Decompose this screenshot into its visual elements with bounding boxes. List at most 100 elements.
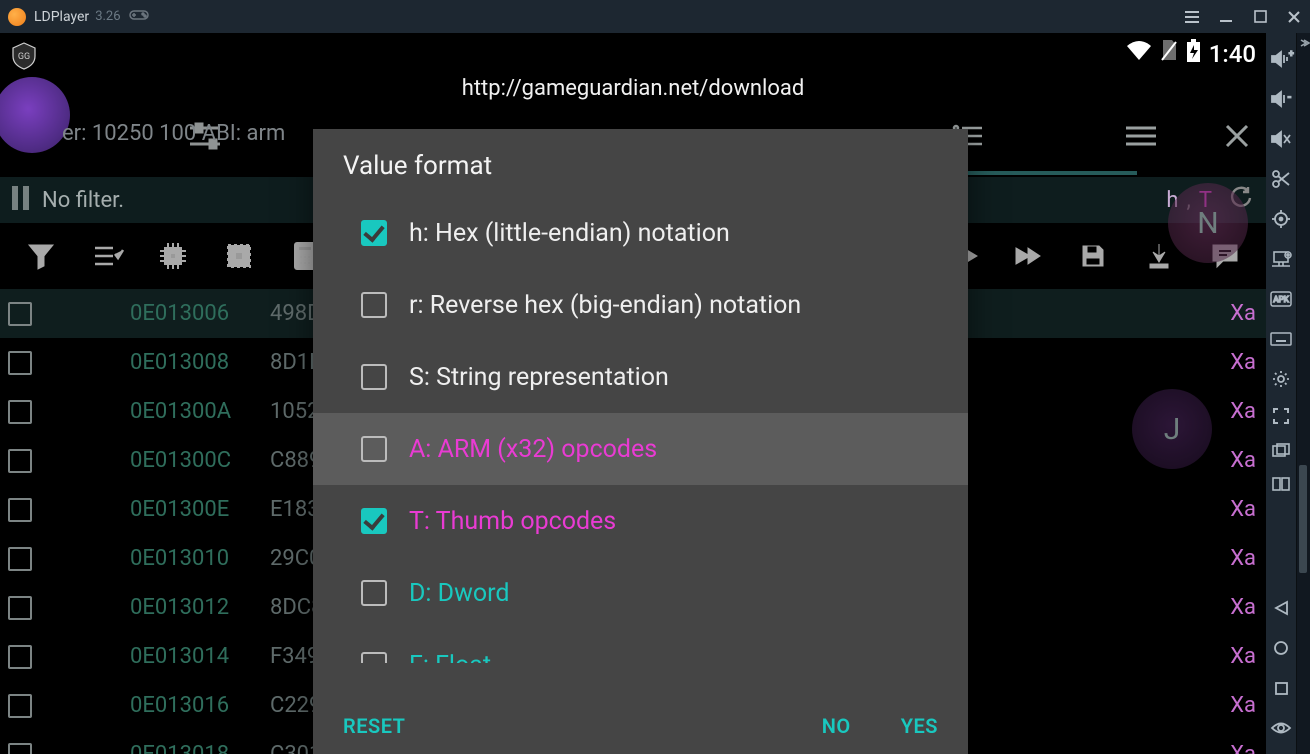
option-checkbox[interactable] xyxy=(361,580,387,606)
cpu-icon[interactable] xyxy=(140,223,206,289)
gameguardian-icon[interactable]: GG xyxy=(10,42,38,70)
row-region: Xa xyxy=(1230,595,1256,620)
option-checkbox[interactable] xyxy=(361,364,387,390)
minimize-button[interactable] xyxy=(1216,0,1236,33)
option-label: S: String representation xyxy=(409,363,669,392)
eye-icon[interactable] xyxy=(1266,708,1296,748)
select-region-icon[interactable] xyxy=(206,223,272,289)
menu-button[interactable] xyxy=(1182,0,1202,33)
row-region: Xa xyxy=(1230,497,1256,522)
floating-badge-j[interactable]: J xyxy=(1132,389,1212,469)
next-arrow-icon[interactable] xyxy=(994,223,1060,289)
emulator-screen: 1:40 GG http://gameguardian.net/download… xyxy=(0,33,1266,754)
row-checkbox[interactable] xyxy=(8,449,32,473)
maximize-button[interactable] xyxy=(1250,0,1270,33)
reset-button[interactable]: RESET xyxy=(343,714,405,738)
row-checkbox[interactable] xyxy=(8,351,32,375)
option-checkbox[interactable] xyxy=(361,436,387,462)
home-circle-icon[interactable] xyxy=(1266,628,1296,668)
row-checkbox[interactable] xyxy=(8,694,32,718)
location-icon[interactable] xyxy=(1266,199,1296,239)
toolbar-collapse-strip[interactable] xyxy=(1296,33,1310,754)
volume-up-icon[interactable]: + xyxy=(1266,39,1296,79)
status-clock: 1:40 xyxy=(1209,40,1256,68)
format-option[interactable]: A: ARM (x32) opcodes xyxy=(313,413,968,485)
multiplayer-icon[interactable] xyxy=(1266,467,1296,501)
wifi-icon xyxy=(1126,40,1152,68)
row-checkbox[interactable] xyxy=(8,400,32,424)
pause-icon[interactable] xyxy=(10,185,32,215)
gamepad-icon xyxy=(129,8,149,26)
window-title-bar: LDPlayer 3.26 xyxy=(0,0,1310,33)
keyboard-mapping-icon[interactable] xyxy=(1266,319,1296,359)
floating-badge-n[interactable]: N xyxy=(1168,183,1248,263)
row-value: F349 xyxy=(270,644,319,669)
header-actions xyxy=(950,119,1254,153)
filter-funnel-icon[interactable] xyxy=(8,223,74,289)
row-checkbox[interactable] xyxy=(8,498,32,522)
row-checkbox[interactable] xyxy=(8,302,32,326)
option-label: h: Hex (little-endian) notation xyxy=(409,219,730,248)
back-triangle-icon[interactable] xyxy=(1266,588,1296,628)
filter-text[interactable]: No filter. xyxy=(42,188,124,213)
format-option[interactable]: T: Thumb opcodes xyxy=(313,485,968,557)
close-panel-icon[interactable] xyxy=(1220,119,1254,153)
format-option[interactable]: D: Dword xyxy=(313,557,968,629)
active-tab-indicator xyxy=(967,171,1137,175)
ldplayer-logo-icon xyxy=(8,8,26,26)
format-option[interactable]: S: String representation xyxy=(313,341,968,413)
row-address: 0E013014 xyxy=(130,644,270,669)
row-region: Xa xyxy=(1230,644,1256,669)
format-option[interactable]: r: Reverse hex (big-endian) notation xyxy=(313,269,968,341)
value-format-dialog: Value format h: Hex (little-endian) nota… xyxy=(313,129,968,754)
no-button[interactable]: NO xyxy=(822,714,851,738)
mute-icon[interactable] xyxy=(1266,119,1296,159)
option-checkbox[interactable] xyxy=(361,508,387,534)
row-region: Xa xyxy=(1230,448,1256,473)
option-label: A: ARM (x32) opcodes xyxy=(409,435,657,464)
process-info: er: 10250 100 ABI: arm xyxy=(62,121,285,146)
row-checkbox[interactable] xyxy=(8,645,32,669)
svg-text:APK: APK xyxy=(1273,295,1289,304)
option-checkbox[interactable] xyxy=(361,652,387,663)
recents-square-icon[interactable] xyxy=(1266,668,1296,708)
row-address: 0E013016 xyxy=(130,693,270,718)
row-checkbox[interactable] xyxy=(8,596,32,620)
option-checkbox[interactable] xyxy=(361,292,387,318)
format-option[interactable]: F: Float xyxy=(313,629,968,663)
apk-install-icon[interactable]: APK xyxy=(1266,279,1296,319)
fullscreen-icon[interactable] xyxy=(1266,399,1296,433)
row-address: 0E013010 xyxy=(130,546,270,571)
my-computer-icon[interactable] xyxy=(1266,239,1296,279)
checklist-icon[interactable] xyxy=(74,223,140,289)
close-button[interactable] xyxy=(1284,0,1304,33)
row-address: 0E013008 xyxy=(130,350,270,375)
row-region: Xa xyxy=(1230,693,1256,718)
collapse-chevron-icon[interactable] xyxy=(1297,33,1310,53)
yes-button[interactable]: YES xyxy=(901,714,938,738)
format-option[interactable]: h: Hex (little-endian) notation xyxy=(313,197,968,269)
svg-text:-: - xyxy=(1288,92,1291,103)
gameguardian-url: http://gameguardian.net/download xyxy=(0,76,1266,101)
app-name: LDPlayer xyxy=(34,9,89,25)
row-region: Xa xyxy=(1230,350,1256,375)
option-checkbox[interactable] xyxy=(361,220,387,246)
svg-text:+: + xyxy=(1289,49,1294,58)
hamburger-icon[interactable] xyxy=(1124,119,1158,153)
row-checkbox[interactable] xyxy=(8,547,32,571)
android-status-bar: 1:40 xyxy=(0,33,1266,75)
row-region: Xa xyxy=(1230,399,1256,424)
svg-text:GG: GG xyxy=(18,52,30,62)
settings-gear-icon[interactable] xyxy=(1266,359,1296,399)
dialog-title: Value format xyxy=(313,129,968,197)
scrollbar-thumb[interactable] xyxy=(1299,465,1307,573)
save-icon[interactable] xyxy=(1060,223,1126,289)
ldplayer-side-toolbar: + - APK xyxy=(1266,33,1296,754)
volume-down-icon[interactable]: - xyxy=(1266,79,1296,119)
multi-window-icon[interactable] xyxy=(1266,433,1296,467)
row-address: 0E01300A xyxy=(130,399,270,424)
option-label: T: Thumb opcodes xyxy=(409,507,616,536)
sim-icon xyxy=(1160,40,1178,68)
scissors-icon[interactable] xyxy=(1266,159,1296,199)
dialog-option-list: h: Hex (little-endian) notation r: Rever… xyxy=(313,197,968,663)
